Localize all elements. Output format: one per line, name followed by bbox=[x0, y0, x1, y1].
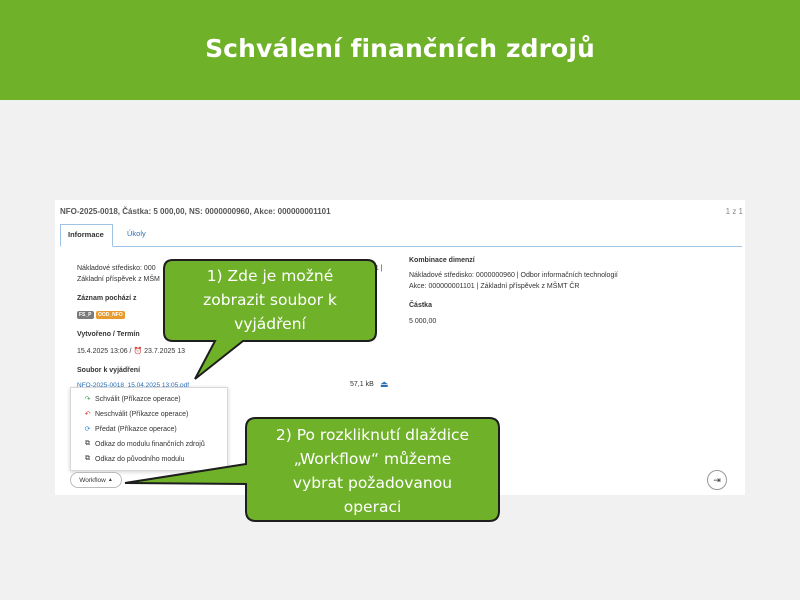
callout-1-line-1: 1) Zde je možné bbox=[206, 267, 334, 285]
callout-1: 1) Zde je možné zobrazit soubor k vyjádř… bbox=[164, 264, 376, 336]
callout-2-line-2: „Workflow“ můžeme bbox=[293, 450, 452, 468]
callout-2-line-3: vybrat požadovanou bbox=[292, 474, 453, 492]
callout-1-line-3: vyjádření bbox=[234, 315, 306, 333]
callout-2-line-4: operaci bbox=[343, 498, 402, 516]
callout-2: 2) Po rozkliknutí dlaždice „Workflow“ mů… bbox=[246, 423, 499, 519]
callout-1-line-2: zobrazit soubor k bbox=[203, 291, 337, 309]
callout-2-line-1: 2) Po rozkliknutí dlaždice bbox=[275, 426, 470, 444]
